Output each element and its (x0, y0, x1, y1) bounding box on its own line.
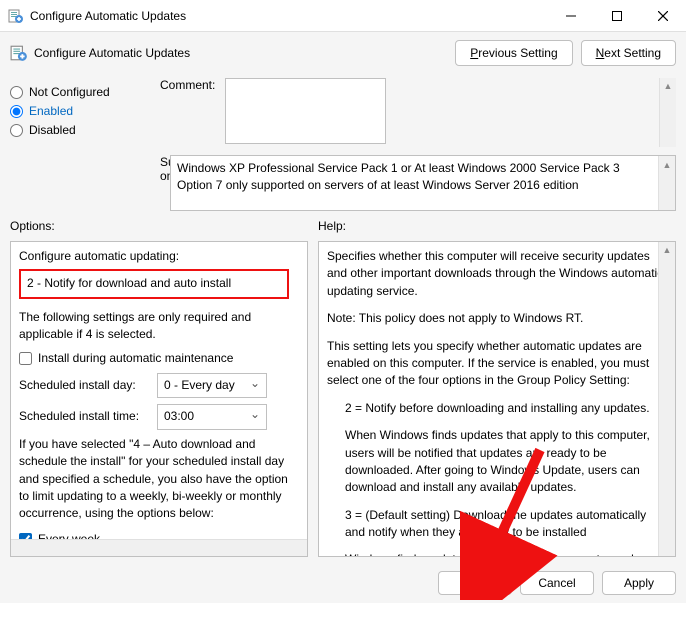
sched-day-value: 0 - Every day (164, 378, 235, 392)
options-followup-text: The following settings are only required… (19, 309, 299, 344)
ok-button[interactable]: OK (438, 571, 512, 595)
supported-on-label: Supported on: (10, 155, 160, 211)
radio-disabled-input[interactable] (10, 124, 23, 137)
policy-icon (8, 8, 24, 24)
radio-enabled-input[interactable] (10, 105, 23, 118)
horizontal-scrollbar[interactable] (11, 539, 307, 556)
help-p5: When Windows finds updates that apply to… (327, 427, 667, 497)
radio-enabled[interactable]: Enabled (10, 104, 140, 118)
state-radio-group: Not Configured Enabled Disabled (10, 76, 140, 147)
help-p2: Note: This policy does not apply to Wind… (327, 310, 667, 327)
comment-label: Comment: (160, 78, 215, 147)
help-p6: 3 = (Default setting) Download the updat… (327, 507, 667, 542)
help-pane: Specifies whether this computer will rec… (318, 241, 676, 557)
supported-on-text: Windows XP Professional Service Pack 1 o… (177, 161, 620, 192)
dialog-footer: OK Cancel Apply (0, 563, 686, 603)
cancel-button[interactable]: Cancel (520, 571, 594, 595)
sched-time-value: 03:00 (164, 409, 194, 423)
radio-disabled-label: Disabled (29, 123, 76, 137)
help-label: Help: (318, 219, 676, 233)
comment-textarea[interactable] (225, 78, 386, 144)
radio-not-configured[interactable]: Not Configured (10, 85, 140, 99)
options-pane: Configure automatic updating: 2 - Notify… (10, 241, 308, 557)
titlebar: Configure Automatic Updates (0, 0, 686, 32)
minimize-button[interactable] (548, 0, 594, 32)
auto-note-text: If you have selected "4 – Auto download … (19, 436, 299, 523)
install-maint-checkbox[interactable] (19, 352, 32, 365)
radio-enabled-label: Enabled (29, 104, 73, 118)
content-area: Not Configured Enabled Disabled Comment:… (0, 76, 686, 563)
help-p7: Windows finds updates that apply to the … (327, 551, 667, 556)
radio-disabled[interactable]: Disabled (10, 123, 140, 137)
radio-not-configured-label: Not Configured (29, 85, 110, 99)
supported-on-box: Windows XP Professional Service Pack 1 o… (170, 155, 676, 211)
next-setting-button[interactable]: Next Setting (581, 40, 676, 66)
apply-button[interactable]: Apply (602, 571, 676, 595)
policy-icon (10, 44, 28, 62)
help-p3: This setting lets you specify whether au… (327, 338, 667, 390)
sched-time-select[interactable]: 03:00 (157, 404, 267, 429)
subtitle: Configure Automatic Updates (34, 46, 447, 60)
subheader: Configure Automatic Updates Previous Set… (0, 32, 686, 76)
help-p1: Specifies whether this computer will rec… (327, 248, 667, 300)
scrollbar[interactable]: ▲ (658, 156, 675, 210)
updating-mode-select[interactable]: 2 - Notify for download and auto install (19, 269, 289, 298)
help-p4: 2 = Notify before downloading and instal… (327, 400, 667, 417)
previous-setting-button[interactable]: Previous Setting (455, 40, 572, 66)
radio-not-configured-input[interactable] (10, 86, 23, 99)
sched-time-label: Scheduled install time: (19, 408, 147, 425)
sched-day-select[interactable]: 0 - Every day (157, 373, 267, 398)
maximize-button[interactable] (594, 0, 640, 32)
window-title: Configure Automatic Updates (30, 9, 548, 23)
options-heading: Configure automatic updating: (19, 248, 299, 265)
options-label: Options: (10, 219, 308, 233)
scrollbar[interactable]: ▲ (658, 242, 675, 556)
sched-day-label: Scheduled install day: (19, 377, 147, 394)
install-maint-checkbox-row[interactable]: Install during automatic maintenance (19, 350, 299, 367)
install-maint-label: Install during automatic maintenance (38, 350, 233, 367)
updating-mode-value: 2 - Notify for download and auto install (27, 276, 231, 290)
close-button[interactable] (640, 0, 686, 32)
scrollbar[interactable]: ▲ (659, 78, 676, 147)
